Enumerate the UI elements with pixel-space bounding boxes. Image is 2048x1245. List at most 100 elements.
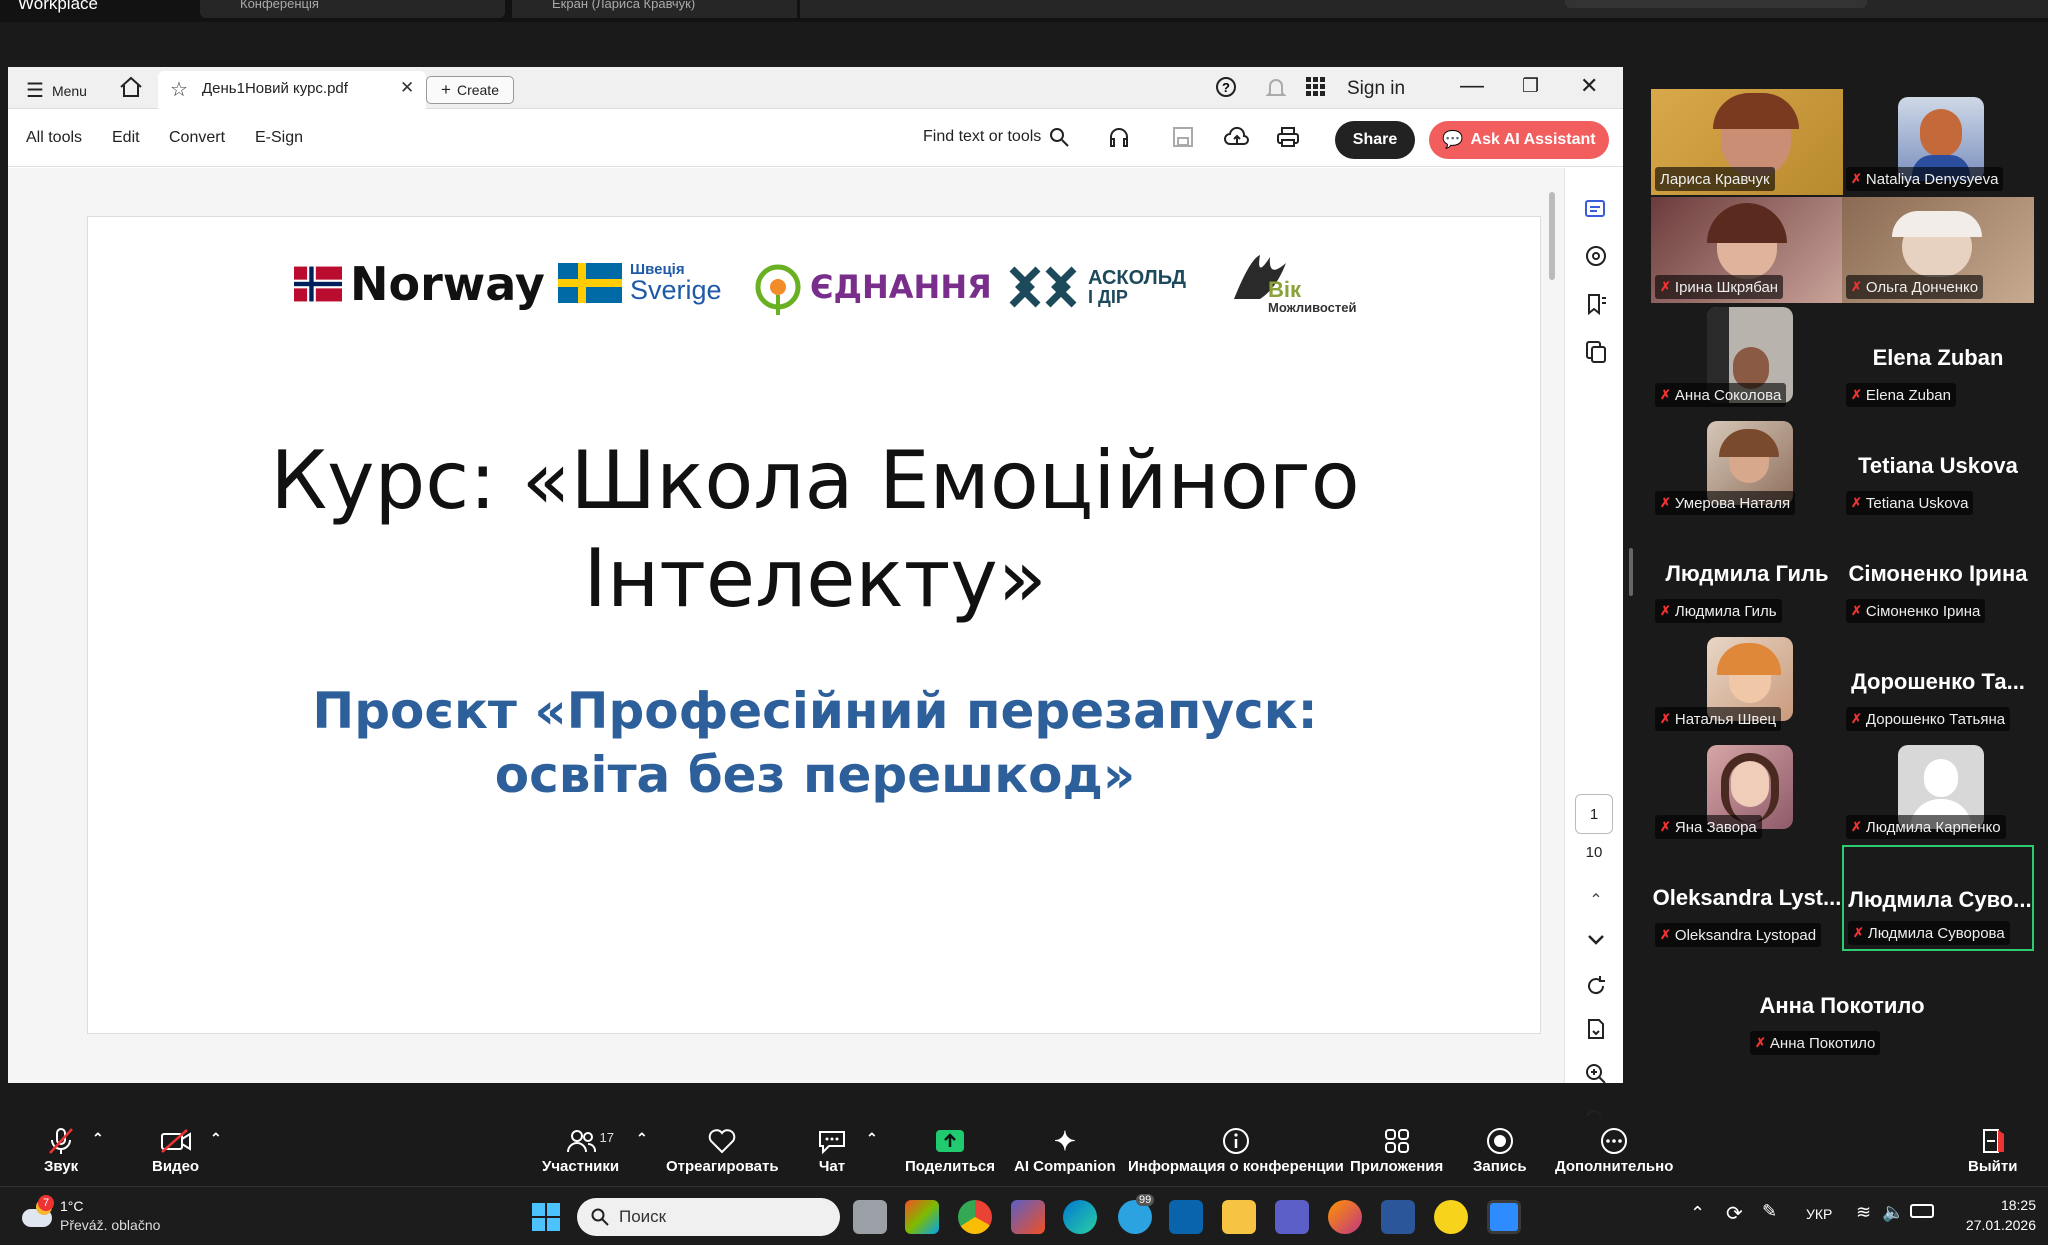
top-tab-screen[interactable]: Екран (Лариса Кравчук)	[512, 0, 797, 18]
video-button[interactable]: Видео	[152, 1124, 199, 1175]
outlook-icon[interactable]	[1169, 1200, 1203, 1234]
battery-icon[interactable]	[1910, 1204, 1934, 1218]
sync-icon[interactable]: ⟳	[1726, 1201, 1743, 1226]
telegram-icon[interactable]: 99	[1118, 1194, 1155, 1234]
participant-tile[interactable]: Дорошенко Та... ✗ Дорошенко Татьяна	[1842, 629, 2034, 735]
document-scrollbar[interactable]	[1549, 192, 1555, 280]
record-button[interactable]: Запись	[1473, 1124, 1527, 1175]
zoom-in-icon[interactable]	[1584, 1062, 1608, 1086]
participant-tile[interactable]: ✗ Умерова Наталя	[1651, 413, 1843, 519]
top-tab-conference[interactable]: Конференція	[200, 0, 505, 18]
participant-tile[interactable]: Лариса Кравчук	[1651, 89, 1843, 195]
ai-chat-icon: 💬	[1442, 130, 1464, 149]
share-button[interactable]: Share	[1335, 121, 1415, 159]
language-indicator[interactable]: УКР	[1806, 1206, 1832, 1222]
file-explorer-icon[interactable]	[1222, 1200, 1256, 1234]
minimize-icon[interactable]: —	[1460, 72, 1484, 100]
chevron-down-icon[interactable]	[1584, 928, 1608, 952]
chat-bubble-icon[interactable]	[1584, 244, 1608, 268]
ai-companion-button[interactable]: ✦ AI Companion	[1014, 1124, 1116, 1176]
participant-tile[interactable]: ✗ Наталья Швец	[1651, 629, 1843, 735]
convert-menu[interactable]: Convert	[169, 129, 225, 147]
weather-icon[interactable]: 7	[20, 1195, 56, 1233]
leave-button[interactable]: Выйти	[1968, 1124, 2017, 1175]
firefox-icon[interactable]	[1328, 1200, 1362, 1234]
zoom-app-icon[interactable]	[1487, 1200, 1521, 1234]
participant-tile[interactable]: ✗ Анна Соколова	[1651, 305, 1843, 411]
pen-icon[interactable]: ✎	[1762, 1201, 1777, 1222]
create-button[interactable]: + Create	[426, 76, 514, 104]
upload-cloud-icon[interactable]	[1224, 126, 1250, 148]
audio-button[interactable]: Звук	[44, 1124, 78, 1175]
print-icon[interactable]	[1276, 126, 1300, 148]
all-tools-menu[interactable]: All tools	[26, 129, 82, 147]
chrome-icon[interactable]	[958, 1200, 992, 1234]
meeting-info-button[interactable]: Информация о конференции	[1128, 1124, 1344, 1175]
bookmark-icon[interactable]	[1584, 292, 1608, 316]
restore-icon[interactable]: ❐	[1522, 75, 1539, 98]
pages-icon[interactable]	[1584, 340, 1608, 364]
copilot-icon[interactable]	[905, 1200, 939, 1234]
edge-icon[interactable]	[1063, 1200, 1097, 1234]
ask-ai-assistant-button[interactable]: 💬 Ask AI Assistant	[1429, 121, 1609, 159]
participant-tile[interactable]: ✗ Ірина Шкрябан	[1651, 197, 1843, 303]
taskbar-search[interactable]: Поиск	[577, 1198, 840, 1236]
task-view-icon[interactable]	[853, 1200, 887, 1234]
participant-tile[interactable]: ✗ Яна Завора	[1651, 737, 1843, 843]
sign-in-link[interactable]: Sign in	[1347, 78, 1405, 100]
clock-time[interactable]: 18:25	[1950, 1197, 2036, 1213]
participant-tile-active-speaker[interactable]: Людмила Суво... ✗ Людмила Суворова	[1842, 845, 2034, 951]
participant-tile[interactable]: Анна Покотило ✗ Анна Покотило	[1746, 953, 1938, 1059]
participant-tile[interactable]: Людмила Гиль ✗ Людмила Гиль	[1651, 521, 1843, 627]
word-icon[interactable]	[1381, 1200, 1415, 1234]
close-window-icon[interactable]: ✕	[1580, 73, 1598, 99]
headphones-icon[interactable]	[1108, 126, 1130, 148]
windows-start-icon[interactable]	[532, 1203, 560, 1236]
gallery-scroll-handle[interactable]	[1629, 548, 1633, 596]
participant-tile[interactable]: ✗ Ольга Донченко	[1842, 197, 2034, 303]
more-button[interactable]: Дополнительно	[1555, 1124, 1673, 1175]
esign-menu[interactable]: E-Sign	[255, 129, 303, 147]
participant-tile[interactable]: Oleksandra Lyst... ✗ Oleksandra Lystopad	[1651, 845, 1843, 951]
participant-tile[interactable]: ✗ Nataliya Denysyeva	[1842, 89, 2034, 195]
participant-tile[interactable]: Tetiana Uskova ✗ Tetiana Uskova	[1842, 413, 2034, 519]
bell-icon[interactable]	[1265, 76, 1287, 100]
document-viewer[interactable]: Norway Швеція Sverige ЄДНАННЯ АСКОЛЬД І …	[8, 168, 1564, 1083]
participants-button[interactable]: 17 Участники	[542, 1124, 619, 1175]
wifi-icon[interactable]: ≋	[1856, 1202, 1871, 1223]
audio-options-caret[interactable]: ⌃	[92, 1130, 104, 1147]
chat-button[interactable]: Чат	[817, 1124, 847, 1175]
onec-icon[interactable]	[1434, 1200, 1468, 1234]
react-button[interactable]: Отреагировать	[666, 1124, 779, 1175]
edit-menu[interactable]: Edit	[112, 129, 140, 147]
comment-tool-icon[interactable]	[1584, 196, 1608, 220]
m365-icon[interactable]	[1011, 1200, 1045, 1234]
norway-logo: Norway	[294, 257, 545, 311]
page-fit-icon[interactable]	[1584, 1018, 1608, 1042]
find-tools[interactable]: Find text or tools	[923, 127, 1069, 147]
chevron-up-icon[interactable]: ⌃	[1584, 888, 1608, 912]
save-icon[interactable]	[1172, 126, 1194, 148]
share-screen-button[interactable]: Поделиться	[905, 1124, 995, 1175]
close-tab-icon[interactable]: ✕	[400, 78, 414, 98]
home-icon[interactable]	[118, 75, 144, 99]
participant-tile[interactable]: ✗ Людмила Карпенко	[1842, 737, 2034, 843]
participant-tile[interactable]: Сімоненко Ірина ✗ Сімоненко Ірина	[1842, 521, 2034, 627]
participants-options-caret[interactable]: ⌃	[636, 1130, 648, 1147]
rotate-icon[interactable]	[1584, 974, 1608, 998]
help-icon[interactable]: ?	[1215, 76, 1237, 98]
chat-options-caret[interactable]: ⌃	[866, 1130, 878, 1147]
participant-tile[interactable]: Elena Zuban ✗ Elena Zuban	[1842, 305, 2034, 411]
video-options-caret[interactable]: ⌃	[210, 1130, 222, 1147]
top-search-bar[interactable]	[1565, 0, 1867, 8]
star-icon[interactable]: ☆	[170, 77, 188, 102]
page-number-input[interactable]: 1	[1575, 794, 1613, 834]
clock-date[interactable]: 27.01.2026	[1950, 1217, 2036, 1233]
teams-icon[interactable]	[1275, 1200, 1309, 1234]
document-tab[interactable]: ☆ День1Новий курс.pdf ✕	[158, 71, 426, 109]
volume-icon[interactable]: 🔈	[1882, 1202, 1904, 1223]
menu-button[interactable]: ☰ Menu	[26, 78, 87, 103]
tray-chevron-icon[interactable]: ⌃	[1690, 1203, 1705, 1224]
apps-button[interactable]: Приложения	[1350, 1124, 1443, 1175]
apps-grid-icon[interactable]	[1306, 77, 1326, 97]
